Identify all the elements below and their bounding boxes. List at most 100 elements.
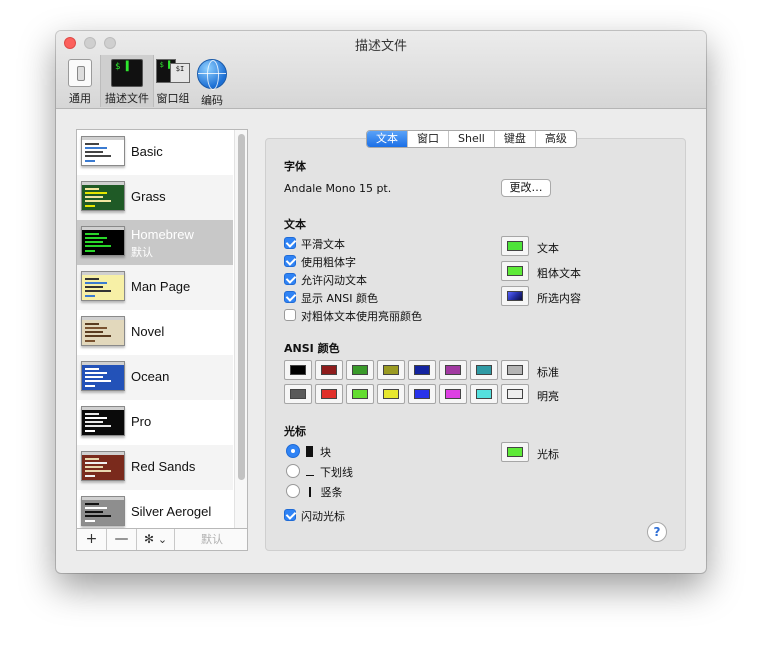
toolbar-item-profiles[interactable]: $ ▌ 描述文件 xyxy=(100,55,154,107)
ansi-bright-color-well[interactable] xyxy=(377,384,405,404)
tab-3[interactable]: 键盘 xyxy=(495,131,536,147)
thumbnail-text-line xyxy=(85,475,95,477)
tab-4[interactable]: 高级 xyxy=(536,131,576,147)
thumbnail-titlebar xyxy=(82,362,124,365)
thumbnail-text-line xyxy=(85,340,95,342)
thumbnail-text-line xyxy=(85,151,103,153)
thumbnail-text-line xyxy=(85,278,99,280)
profile-list-item[interactable]: Novel xyxy=(77,310,233,355)
thumbnail-text-line xyxy=(85,385,95,387)
text-section-title: 文本 xyxy=(284,218,306,231)
ansi-bright-color-well[interactable] xyxy=(408,384,436,404)
tab-2[interactable]: Shell xyxy=(449,131,495,147)
text-option-checkbox[interactable] xyxy=(284,237,296,249)
profile-list-item[interactable]: Silver Aerogel xyxy=(77,490,233,528)
ansi-normal-color-well[interactable] xyxy=(377,360,405,380)
text-option-checkbox[interactable] xyxy=(284,309,296,321)
thumbnail-text-line xyxy=(85,372,107,374)
cursor-style-radio[interactable] xyxy=(286,464,300,478)
thumbnail-text-line xyxy=(85,466,103,468)
profile-list-item[interactable]: Grass xyxy=(77,175,233,220)
ansi-normal-color-well[interactable] xyxy=(284,360,312,380)
toolbar-item-general[interactable]: 通用 xyxy=(62,55,98,107)
thumbnail-titlebar xyxy=(82,407,124,410)
cursor-style-option: 块 xyxy=(306,444,331,460)
blink-cursor-checkbox[interactable] xyxy=(284,509,296,521)
ansi-bright-color-well[interactable] xyxy=(470,384,498,404)
text-option-label: 允许闪动文本 xyxy=(301,274,367,287)
text-color-well[interactable] xyxy=(501,261,529,281)
profile-list-item[interactable]: Basic xyxy=(77,130,233,175)
toolbar-item-encodings[interactable]: 编码 xyxy=(194,55,230,107)
ansi-bright-color-well[interactable] xyxy=(501,384,529,404)
thumbnail-text-line xyxy=(85,417,107,419)
text-option-checkbox[interactable] xyxy=(284,273,296,285)
thumbnail-text-line xyxy=(85,470,111,472)
color-fill xyxy=(321,365,337,375)
ansi-normal-color-well[interactable] xyxy=(315,360,343,380)
profile-actions-menu-button[interactable]: ✻ ⌄ xyxy=(137,529,175,550)
profile-name: Homebrew xyxy=(131,227,194,242)
tab-0[interactable]: 文本 xyxy=(367,131,408,147)
text-color-label: 文本 xyxy=(537,242,559,255)
cursor-style-radio[interactable] xyxy=(286,444,300,458)
scrollbar-thumb[interactable] xyxy=(238,134,245,480)
profile-list-toolbar: + — ✻ ⌄ 默认 xyxy=(76,529,248,551)
font-section-title: 字体 xyxy=(284,160,306,173)
change-font-button[interactable]: 更改… xyxy=(501,179,551,197)
settings-tabs: 文本 窗口 Shell 键盘 高级 xyxy=(366,130,577,148)
thumbnail-text-line xyxy=(85,515,111,517)
ansi-normal-color-well[interactable] xyxy=(346,360,374,380)
thumbnail-text-line xyxy=(85,430,95,432)
profile-name: Grass xyxy=(131,189,166,204)
profile-list-item[interactable]: Ocean xyxy=(77,355,233,400)
ansi-normal-color-well[interactable] xyxy=(470,360,498,380)
cursor-section-title: 光标 xyxy=(284,425,306,438)
ansi-bright-color-well[interactable] xyxy=(439,384,467,404)
toolbar-item-label: 通用 xyxy=(69,92,91,105)
ansi-normal-color-well[interactable] xyxy=(408,360,436,380)
set-default-button[interactable]: 默认 xyxy=(177,529,247,550)
text-option-label: 对粗体文本使用亮丽颜色 xyxy=(301,310,422,323)
profile-list-item[interactable]: Man Page xyxy=(77,265,233,310)
color-fill xyxy=(507,291,523,301)
profile-list-scrollbar[interactable] xyxy=(234,130,247,528)
color-fill xyxy=(476,365,492,375)
gear-icon: ✻ xyxy=(143,532,154,546)
profiles-preferences-window: 描述文件 通用 $ ▌ 描述文件 $ ▌ $I 窗口组 编码 Basic Gras… xyxy=(56,31,706,573)
profile-name: Red Sands xyxy=(131,459,196,474)
cursor-style-radio[interactable] xyxy=(286,484,300,498)
thumbnail-text-line xyxy=(85,335,111,337)
profile-list-item[interactable]: Red Sands xyxy=(77,445,233,490)
profile-name: Pro xyxy=(131,414,152,429)
profile-list-item[interactable]: Pro xyxy=(77,400,233,445)
toolbar-item-window-groups[interactable]: $ ▌ $I 窗口组 xyxy=(154,55,192,107)
tab-1[interactable]: 窗口 xyxy=(408,131,449,147)
profile-list-item[interactable]: Homebrew 默认 xyxy=(77,220,233,265)
text-option-checkbox[interactable] xyxy=(284,255,296,267)
ansi-bright-color-well[interactable] xyxy=(284,384,312,404)
add-profile-button[interactable]: + xyxy=(77,529,107,550)
ansi-bright-color-well[interactable] xyxy=(315,384,343,404)
profile-list[interactable]: Basic Grass Homebrew 默认 Man Page Novel Ocean Pr… xyxy=(76,129,248,529)
thumbnail-text-line xyxy=(85,327,107,329)
thumbnail-titlebar xyxy=(82,452,124,455)
ansi-normal-color-well[interactable] xyxy=(501,360,529,380)
ansi-bright-color-well[interactable] xyxy=(346,384,374,404)
help-button[interactable]: ? xyxy=(647,522,667,542)
thumbnail-text-line xyxy=(85,520,95,522)
text-color-well[interactable] xyxy=(501,236,529,256)
chevron-down-icon: ⌄ xyxy=(157,533,168,546)
remove-profile-button[interactable]: — xyxy=(107,529,137,550)
text-color-well[interactable] xyxy=(501,286,529,306)
ansi-normal-color-well[interactable] xyxy=(439,360,467,380)
text-option-checkbox[interactable] xyxy=(284,291,296,303)
color-fill xyxy=(321,389,337,399)
color-fill xyxy=(507,365,523,375)
cursor-color-well[interactable] xyxy=(501,442,529,462)
thumbnail-text-line xyxy=(85,368,99,370)
thumbnail-text-line xyxy=(85,160,95,162)
profile-thumbnail xyxy=(81,496,125,526)
cursor-style-label: 竖条 xyxy=(320,486,343,499)
profile-thumbnail xyxy=(81,226,125,256)
